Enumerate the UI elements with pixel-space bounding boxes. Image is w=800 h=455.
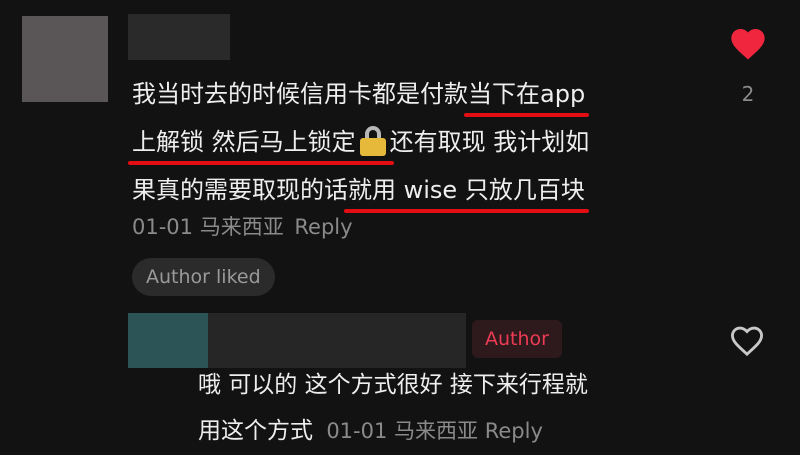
avatar[interactable]	[22, 16, 108, 102]
lock-icon	[359, 126, 386, 156]
heart-filled-icon[interactable]	[728, 24, 768, 64]
reply-text: 哦 可以的 这个方式很好 接下来行程就 用这个方式 01-01 马来西亚 Rep…	[198, 362, 698, 454]
author-liked-badge: Author liked	[132, 258, 275, 296]
reply-line-1: 哦 可以的 这个方式很好 接下来行程就	[198, 372, 588, 398]
comment-line-2: 上解锁 然后马上锁定 还有取现 我计划如	[128, 118, 692, 166]
comment-meta: 01-01 马来西亚 Reply	[132, 211, 353, 241]
comment-date: 01-01	[132, 215, 194, 239]
underlined-text: 当下在app	[463, 70, 590, 118]
reply-button[interactable]: Reply	[485, 419, 543, 443]
comment-location: 马来西亚	[199, 215, 284, 239]
reply-avatar[interactable]	[128, 313, 208, 368]
comment-line-1: 我当时去的时候信用卡都是付款当下在app	[132, 70, 692, 118]
author-badge: Author	[472, 320, 562, 358]
heart-outline-icon[interactable]	[728, 322, 766, 360]
comment-text: 我当时去的时候信用卡都是付款当下在app 上解锁 然后马上锁定 还有取现 我计划如…	[128, 70, 692, 214]
reply-username-blurred[interactable]	[208, 313, 466, 368]
reply-meta: 01-01 马来西亚 Reply	[326, 419, 543, 443]
reply-location: 马来西亚	[394, 419, 479, 443]
username-blurred[interactable]	[128, 14, 230, 60]
underlined-text: 上解锁 然后马上锁定	[128, 118, 394, 166]
reply-button[interactable]: Reply	[294, 215, 352, 239]
reply-line-2: 用这个方式 01-01 马来西亚 Reply	[198, 418, 543, 444]
like-count: 2	[741, 82, 755, 106]
comment-line-3: 果真的需要取现的话就用 wise 只放几百块	[132, 166, 692, 214]
like-column: 2	[722, 24, 774, 106]
underlined-text: 就用 wise 只放几百块	[344, 166, 589, 214]
reply-date: 01-01	[326, 419, 388, 443]
